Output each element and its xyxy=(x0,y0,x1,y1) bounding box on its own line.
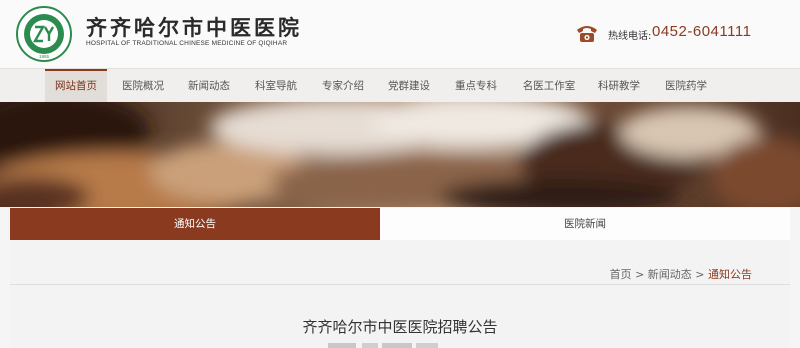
site-subtitle: HOSPITAL OF TRADITIONAL CHINESE MEDICINE… xyxy=(86,40,288,47)
breadcrumb-current[interactable]: 通知公告 xyxy=(708,268,752,281)
page: 1955 齐齐哈尔市中医医院 HOSPITAL OF TRADITIONAL C… xyxy=(0,0,800,348)
banner-image xyxy=(0,102,800,207)
tab-notice[interactable]: 通知公告 xyxy=(10,208,380,240)
article-title: 齐齐哈尔市中医医院招聘公告 xyxy=(302,318,498,336)
breadcrumb-separator: > xyxy=(695,268,705,281)
nav-item-about[interactable]: 医院概况 xyxy=(112,69,174,103)
nav-item-experts[interactable]: 专家介绍 xyxy=(312,69,374,103)
divider xyxy=(10,284,790,285)
nav-item-departments[interactable]: 科室导航 xyxy=(245,69,307,103)
breadcrumb: 首页 > 新闻动态 > 通知公告 xyxy=(610,266,752,282)
svg-text:1955: 1955 xyxy=(39,54,50,59)
main-content: 首页 > 新闻动态 > 通知公告 齐齐哈尔市中医医院招聘公告 xyxy=(10,240,790,348)
nav-item-home[interactable]: 网站首页 xyxy=(45,69,107,103)
content-tabs: 通知公告 医院新闻 xyxy=(10,208,790,240)
nav-item-party[interactable]: 党群建设 xyxy=(378,69,440,103)
nav-item-studios[interactable]: 名医工作室 xyxy=(512,69,586,103)
nav-item-news[interactable]: 新闻动态 xyxy=(178,69,240,103)
nav-item-specialties[interactable]: 重点专科 xyxy=(445,69,507,103)
telephone-icon xyxy=(577,26,597,42)
site-title: 齐齐哈尔市中医医院 xyxy=(86,15,302,40)
article-meta-cropped xyxy=(328,343,438,348)
banner-photo xyxy=(0,102,800,207)
tab-hospital-news[interactable]: 医院新闻 xyxy=(380,208,790,240)
hospital-logo[interactable]: 1955 xyxy=(16,6,72,62)
breadcrumb-home[interactable]: 首页 xyxy=(610,268,632,281)
site-header: 1955 齐齐哈尔市中医医院 HOSPITAL OF TRADITIONAL C… xyxy=(0,0,800,68)
nav-item-research[interactable]: 科研教学 xyxy=(588,69,650,103)
breadcrumb-section[interactable]: 新闻动态 xyxy=(648,268,692,281)
hotline-label: 热线电话: xyxy=(608,31,652,42)
main-nav: 网站首页 医院概况 新闻动态 科室导航 专家介绍 党群建设 重点专科 名医工作室… xyxy=(0,68,800,103)
nav-item-pharmacy[interactable]: 医院药学 xyxy=(655,69,717,103)
hotline-number[interactable]: 0452-6041111 xyxy=(652,23,751,40)
breadcrumb-separator: > xyxy=(635,268,645,281)
